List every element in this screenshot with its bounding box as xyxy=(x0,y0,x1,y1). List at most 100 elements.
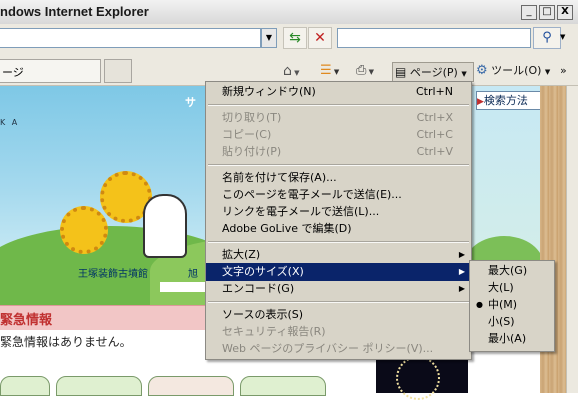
submenu-arrow-icon: ▶ xyxy=(458,284,465,293)
address-dropdown-button[interactable]: ▼ xyxy=(261,28,277,48)
page-menu-button[interactable]: ▤ ページ(P) ▼ xyxy=(392,62,474,82)
refresh-icon: ⇆ xyxy=(289,30,301,46)
menu-item-label: 大(L) xyxy=(488,281,514,294)
print-icon: ⎙ xyxy=(356,63,367,78)
menu-item-label: 文字のサイズ(X) xyxy=(222,265,304,278)
text-size-smallest[interactable]: 最小(A) xyxy=(470,330,554,348)
refresh-button[interactable]: ⇆ xyxy=(283,27,307,49)
maximize-button[interactable]: □ xyxy=(539,5,555,20)
toolbar-overflow-button[interactable]: » xyxy=(560,62,567,80)
menu-item-label: Adobe GoLive で編集(D) xyxy=(222,222,352,235)
menu-separator xyxy=(208,301,469,303)
sunflower-image xyxy=(60,206,108,254)
window-title: ndows Internet Explorer xyxy=(0,4,149,19)
menu-item-label: ソースの表示(S) xyxy=(222,308,304,321)
menu-item-label: 切り取り(T) xyxy=(222,111,282,124)
new-tab-button[interactable] xyxy=(104,59,132,83)
menu-item-label: 貼り付け(P) xyxy=(222,145,282,158)
menu-item-copy: コピー(C) Ctrl+C xyxy=(206,126,471,144)
menu-separator xyxy=(208,104,469,106)
chevron-down-icon: ▼ xyxy=(366,68,375,76)
menu-item-label: Web ページのプライバシー ポリシー(V)... xyxy=(222,342,434,355)
menu-item-shortcut: Ctrl+C xyxy=(416,128,453,141)
bottom-thumbnail[interactable] xyxy=(240,376,326,396)
search-input[interactable] xyxy=(337,28,531,48)
menu-separator xyxy=(208,241,469,243)
menu-item-shortcut: Ctrl+N xyxy=(415,85,453,98)
submenu-arrow-icon: ▶ xyxy=(458,267,465,276)
text-size-submenu: 最大(G) 大(L) ● 中(M) 小(S) 最小(A) xyxy=(469,260,555,352)
menu-item-label: 最小(A) xyxy=(488,332,527,345)
home-icon: ⌂ xyxy=(283,63,292,79)
menu-item-encoding[interactable]: エンコード(G) ▶ xyxy=(206,280,471,298)
menu-item-new-window[interactable]: 新規ウィンドウ(N) Ctrl+N xyxy=(206,83,471,101)
menu-item-label: 新規ウィンドウ(N) xyxy=(222,85,316,98)
minimize-button[interactable]: _ xyxy=(521,5,537,20)
menu-item-label: セキュリティ報告(R) xyxy=(222,325,326,338)
menu-item-send-page-email[interactable]: このページを電子メールで送信(E)... xyxy=(206,186,471,204)
text-size-largest[interactable]: 最大(G) xyxy=(470,262,554,280)
tools-menu-button[interactable]: ⚙ ツール(O) ▼ xyxy=(476,62,550,80)
text-size-medium[interactable]: ● 中(M) xyxy=(470,296,554,314)
arrow-right-icon: ▶ xyxy=(477,97,484,107)
page-dropdown-menu: 新規ウィンドウ(N) Ctrl+N 切り取り(T) Ctrl+X コピー(C) Ctr… xyxy=(205,81,472,360)
tab-label: ージ xyxy=(2,66,24,79)
caption-background xyxy=(160,282,206,292)
gear-icon: ⚙ xyxy=(476,63,488,78)
menu-item-label: エンコード(G) xyxy=(222,282,295,295)
menu-item-view-source[interactable]: ソースの表示(S) xyxy=(206,306,471,324)
tools-menu-label: ツール(O) xyxy=(491,64,542,77)
menu-item-security-report: セキュリティ報告(R) xyxy=(206,323,471,341)
stop-button[interactable]: ✕ xyxy=(308,27,332,49)
chevron-down-icon: ▼ xyxy=(331,68,340,76)
address-input[interactable] xyxy=(0,28,261,48)
chevron-down-icon: ▼ xyxy=(544,68,551,76)
menu-item-shortcut: Ctrl+X xyxy=(416,111,453,124)
text-size-smaller[interactable]: 小(S) xyxy=(470,313,554,331)
menu-item-label: 小(S) xyxy=(488,315,515,328)
menu-item-save-as[interactable]: 名前を付けて保存(A)... xyxy=(206,169,471,187)
firework-burst xyxy=(396,356,440,400)
menu-item-text-size[interactable]: 文字のサイズ(X) ▶ xyxy=(206,263,471,281)
search-howto-button[interactable]: ▶検索方法 xyxy=(476,91,542,110)
menu-item-label: 名前を付けて保存(A)... xyxy=(222,171,337,184)
bottom-thumbnail[interactable] xyxy=(148,376,234,396)
hero-heading: サ xyxy=(185,96,196,109)
print-button[interactable]: ⎙ ▼ xyxy=(356,62,374,80)
vertical-scrollbar[interactable] xyxy=(566,86,578,393)
close-button[interactable]: X xyxy=(557,5,573,20)
menu-item-paste: 貼り付け(P) Ctrl+V xyxy=(206,143,471,161)
mascot-character-image xyxy=(143,194,187,258)
chevron-down-icon: ▼ xyxy=(461,70,467,78)
menu-item-edit-golive[interactable]: Adobe GoLive で編集(D) xyxy=(206,220,471,238)
menu-separator xyxy=(208,164,469,166)
menu-item-label: 最大(G) xyxy=(488,264,528,277)
kofun-museum-link[interactable]: 王塚装飾古墳館 xyxy=(78,265,148,280)
rss-icon: ☰ xyxy=(320,63,332,78)
text-size-larger[interactable]: 大(L) xyxy=(470,279,554,297)
bottom-thumbnail[interactable] xyxy=(56,376,142,396)
stop-icon: ✕ xyxy=(314,30,326,46)
menu-item-privacy-policy: Web ページのプライバシー ポリシー(V)... xyxy=(206,340,471,358)
menu-item-label: 中(M) xyxy=(488,298,518,311)
feeds-button[interactable]: ☰ ▼ xyxy=(320,62,339,80)
radio-bullet-icon: ● xyxy=(476,300,483,309)
menu-item-label: このページを電子メールで送信(E)... xyxy=(222,188,402,201)
submenu-arrow-icon: ▶ xyxy=(458,250,465,259)
browser-tab[interactable]: ージ xyxy=(0,59,101,83)
search-button[interactable]: ⚲ xyxy=(533,27,561,49)
page-menu-label: ページ(P) xyxy=(409,66,458,79)
menu-item-send-link-email[interactable]: リンクを電子メールで送信(L)... xyxy=(206,203,471,221)
hero-caption: 旭 xyxy=(188,269,198,280)
menu-item-cut: 切り取り(T) Ctrl+X xyxy=(206,109,471,127)
alert-title: 緊急情報 xyxy=(0,313,53,328)
bottom-thumbnail[interactable] xyxy=(0,376,50,396)
page-icon: ▤ xyxy=(395,65,407,79)
search-icon: ⚲ xyxy=(542,30,552,45)
search-options-dropdown[interactable]: ▼ xyxy=(560,27,570,47)
menu-item-label: リンクを電子メールで送信(L)... xyxy=(222,205,380,218)
menu-item-zoom[interactable]: 拡大(Z) ▶ xyxy=(206,246,471,264)
menu-item-label: 拡大(Z) xyxy=(222,248,261,261)
home-button[interactable]: ⌂ ▼ xyxy=(283,62,300,80)
hero-small-text: K A xyxy=(0,118,20,127)
